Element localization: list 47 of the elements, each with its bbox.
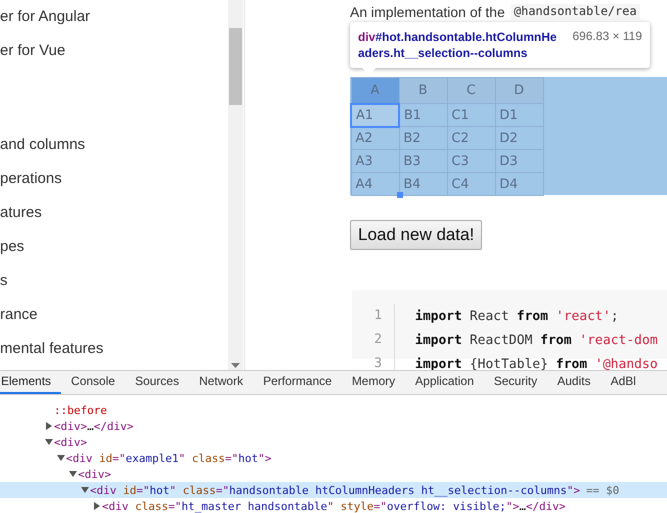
devtools-tab[interactable]: Sources	[125, 371, 190, 394]
devtools-tab[interactable]: AdBl	[600, 371, 646, 394]
dom-node[interactable]: <div id="hot" class="handsontable htColumnHeaders ht__selection--columns">	[90, 484, 580, 496]
collapsed-triangle-icon[interactable]	[45, 422, 53, 430]
fill-handle[interactable]	[397, 192, 403, 198]
line-number: 2	[352, 328, 395, 352]
sidebar-item[interactable]: s	[0, 271, 228, 291]
code-line: import React from 'react';	[414, 308, 619, 324]
expanded-triangle-icon[interactable]	[45, 438, 53, 446]
scrollbar[interactable]	[228, 0, 243, 370]
intro-text: An implementation of the	[350, 4, 505, 20]
scrollbar-thumb[interactable]	[229, 28, 242, 105]
dom-node[interactable]: <div id="example1" class="hot">	[66, 452, 272, 464]
sidebar-item[interactable]: er for Angular	[0, 7, 228, 27]
code-line: import ReactDOM from 'react-dom	[414, 332, 658, 348]
sidebar-item[interactable]: and columns	[0, 135, 228, 155]
code-line: import {HotTable} from '@handso	[414, 356, 658, 370]
dom-node[interactable]: <div>	[78, 468, 112, 480]
sidebar-item[interactable]: perations	[0, 169, 228, 189]
element-size: 696.83 × 119	[572, 29, 642, 45]
devtools-tab[interactable]: Application	[405, 371, 484, 394]
dom-node[interactable]: <div class="ht_master handsontable" style="overflow: visible;">…</div>	[102, 500, 566, 512]
dom-node[interactable]: <div>	[54, 436, 88, 448]
dom-node[interactable]: <div>…</div>	[54, 420, 134, 432]
inline-code: @handsontable/rea	[510, 4, 640, 20]
expanded-triangle-icon[interactable]	[69, 470, 77, 478]
sidebar-item[interactable]: rance	[0, 305, 228, 325]
expanded-triangle-icon[interactable]	[57, 454, 65, 462]
sidebar-item[interactable]: pes	[0, 237, 228, 257]
load-data-button[interactable]: Load new data!	[350, 220, 482, 250]
sidebar-item[interactable]: atures	[0, 203, 228, 223]
collapsed-triangle-icon[interactable]	[93, 502, 101, 510]
devtools-tab[interactable]: Performance	[253, 371, 342, 394]
sidebar-item[interactable]: er for Vue	[0, 41, 228, 61]
devtools-tab[interactable]: Network	[189, 371, 254, 394]
sidebar-item[interactable]: mental features	[0, 339, 228, 359]
selected-node-marker: == $0	[586, 484, 620, 496]
devtools-tab[interactable]: Audits	[547, 371, 601, 394]
devtools-tab[interactable]: Security	[484, 371, 548, 394]
scroll-down-icon[interactable]	[231, 363, 240, 368]
devtools-tab[interactable]: Memory	[342, 371, 406, 394]
expanded-triangle-icon[interactable]	[81, 486, 89, 494]
devtools-tab[interactable]: Console	[61, 371, 126, 394]
devtools-tab[interactable]: Elements	[0, 371, 62, 394]
line-number: 1	[352, 304, 395, 328]
pseudo-element[interactable]: ::before	[54, 404, 107, 416]
element-selector: div#hot.handsontable.htColumnHeaders.ht__selection--columns	[358, 29, 558, 61]
